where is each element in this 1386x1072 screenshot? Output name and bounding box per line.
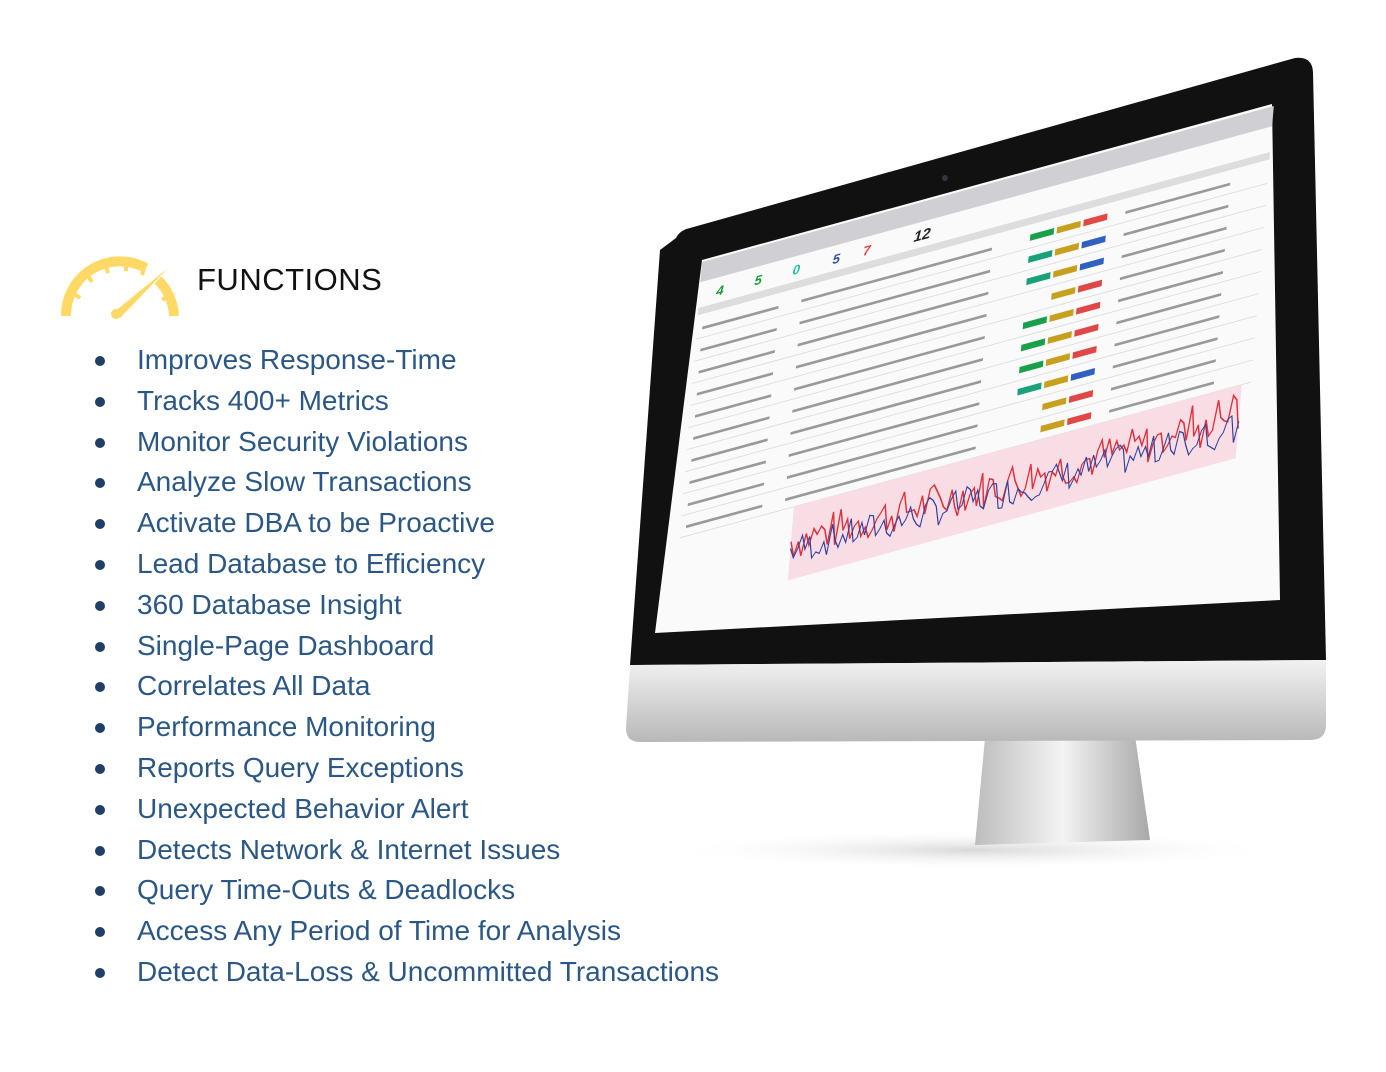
monitor-illustration: 4 5 0 5 7 12: [626, 57, 1326, 870]
webcam: [942, 175, 948, 181]
monitor-base: [665, 830, 1285, 870]
monitor-chin: [626, 660, 1326, 742]
monitor-stand: [975, 736, 1150, 845]
